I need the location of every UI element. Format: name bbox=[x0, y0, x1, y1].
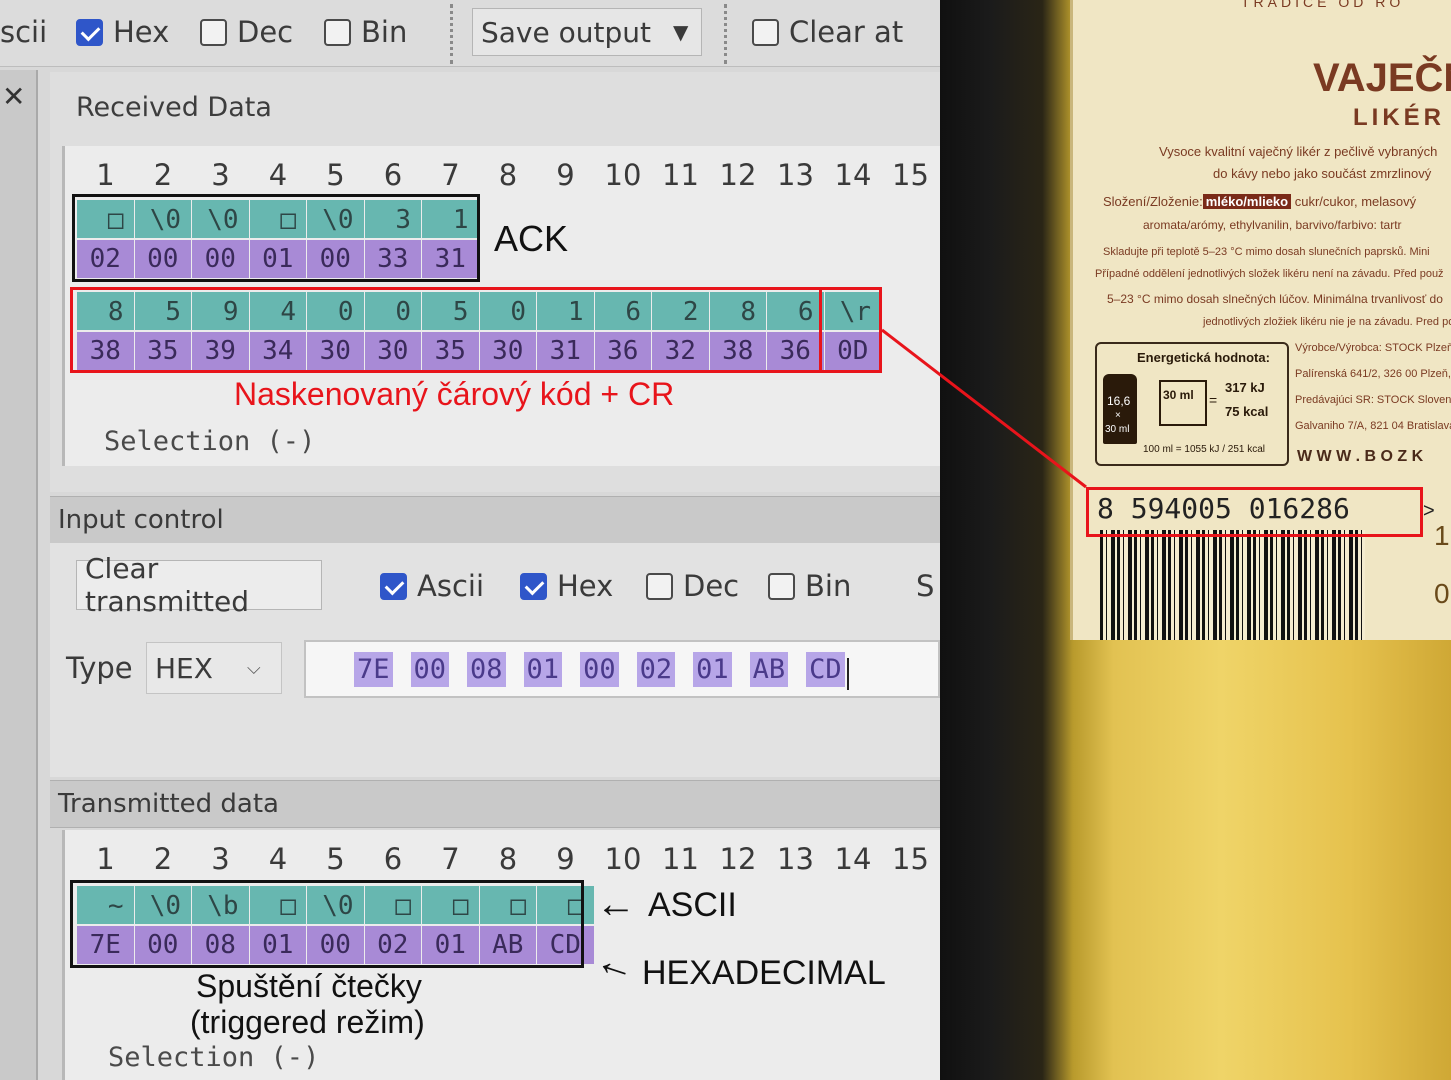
annotation-connector bbox=[881, 328, 1087, 489]
connector-line bbox=[881, 328, 1087, 489]
